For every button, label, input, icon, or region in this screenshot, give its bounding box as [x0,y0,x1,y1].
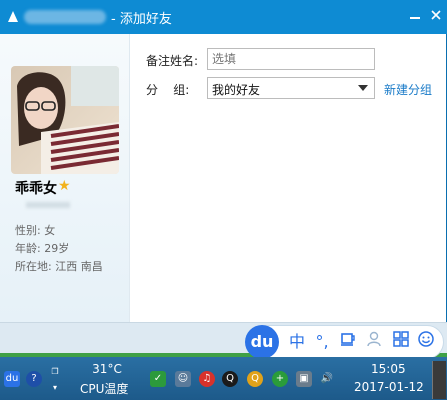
display-icon[interactable]: ▣ [296,371,312,387]
group-label: 分 组: [146,83,190,97]
clock-date[interactable]: 2017-01-12 [354,380,424,394]
gender-value: 女 [44,224,56,237]
remark-input[interactable] [207,48,375,70]
location-label: 所在地: [15,260,52,273]
blurred-id [26,202,70,208]
baidu-ime-logo[interactable]: du [245,325,279,359]
add-friend-window: - 添加好友 乖乖女 ★ 性别: 女 年龄: 29岁 所在地: 江西 南昌 备注… [0,0,447,358]
cpu-temperature-label: CPU温度 [80,382,129,396]
title-bar[interactable]: - 添加好友 [0,0,447,34]
netease-music-icon[interactable]: ♫ [199,371,215,387]
qq-icon[interactable]: Q [222,371,238,387]
close-icon [431,10,441,20]
network-user-icon[interactable]: ☺ [175,371,191,387]
group-select[interactable]: 我的好友 [207,77,375,99]
age-value: 29岁 [44,242,70,255]
ime-cup-button[interactable] [337,331,359,353]
cup-icon [341,333,355,346]
avatar[interactable] [11,66,119,174]
close-button[interactable] [425,5,447,27]
minimize-button[interactable] [404,5,426,27]
show-desktop-button[interactable] [432,361,446,399]
ime-emoji-button[interactable] [415,331,437,353]
dropdown-arrow-icon [358,85,368,91]
remark-label: 备注姓名: [146,54,199,68]
group-select-value: 我的好友 [212,83,261,97]
location-value: 江西 南昌 [55,260,103,273]
qq-penguin-alt-icon[interactable]: Q [247,371,263,387]
update-icon[interactable]: + [272,371,288,387]
restore-icon[interactable]: ❐ [50,364,60,376]
ime-grid-button[interactable] [390,331,412,353]
help-icon[interactable]: ? [26,371,42,387]
window-title: - 添加好友 [111,12,172,27]
user-icon [367,331,381,347]
volume-icon[interactable]: 🔊 [319,371,335,387]
minimize-icon [410,17,420,19]
star-icon: ★ [58,178,71,194]
clock-time[interactable]: 15:05 [371,362,406,376]
nickname: 乖乖女 [15,181,57,197]
smiley-icon [418,331,434,347]
chevron-down-icon[interactable]: ▾ [50,380,60,392]
baidu-ime-tray-icon[interactable]: du [4,371,20,387]
ime-mode-toggle[interactable]: 中 [286,331,308,353]
new-group-link[interactable]: 新建分组 [384,81,432,98]
age-label: 年龄: [15,242,41,255]
shield-icon[interactable]: ✓ [150,371,166,387]
cpu-temperature: 31°C [92,362,122,376]
ime-user-button[interactable] [363,331,385,353]
ime-punct-toggle[interactable]: °, [311,331,333,353]
profile-panel: 乖乖女 ★ 性别: 女 年龄: 29岁 所在地: 江西 南昌 [0,34,130,322]
grid-icon [393,331,409,347]
gender-label: 性别: [15,224,41,237]
age-row: 年龄: 29岁 [15,240,69,256]
location-row: 所在地: 江西 南昌 [15,258,103,274]
blurred-username [24,10,106,24]
qq-penguin-icon [8,11,18,22]
gender-row: 性别: 女 [15,222,55,238]
